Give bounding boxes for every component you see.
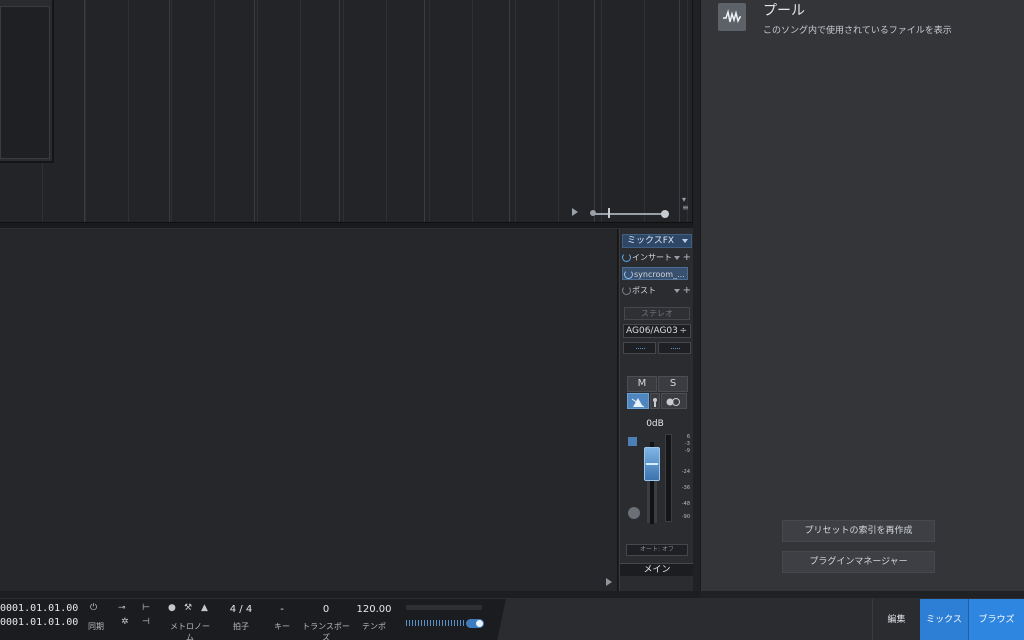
tempo-label: テンポ — [362, 622, 386, 631]
transpose-label: トランスポーズ — [302, 622, 350, 640]
scale-tick: -3 — [685, 441, 690, 447]
pool-title[interactable]: プール — [763, 0, 805, 20]
mixfx-label: ミックスFX — [627, 236, 675, 246]
power-icon[interactable]: ⏻ — [90, 603, 97, 613]
power-icon[interactable] — [624, 270, 633, 279]
zoom-max-icon[interactable] — [661, 210, 669, 218]
key-label: キー — [274, 622, 290, 631]
speaker-icon — [631, 398, 645, 408]
mixfx-selector[interactable]: ミックスFX — [622, 234, 692, 248]
waveform-icon[interactable] — [718, 3, 746, 31]
power-icon[interactable] — [622, 253, 631, 262]
post-header[interactable]: ポスト + — [622, 284, 692, 297]
scale-tick: 6 — [686, 434, 690, 440]
insert-slot-label: syncroom_... — [634, 270, 685, 279]
output-selector[interactable]: AG06/AG03 ÷ — [623, 324, 691, 338]
time-signature-label: 拍子 — [233, 622, 249, 631]
performance-meter — [406, 605, 482, 610]
arrange-grid-bars — [0, 0, 692, 222]
gear-icon[interactable]: ✲ — [121, 617, 129, 627]
add-icon[interactable]: + — [683, 284, 691, 297]
time-display-primary[interactable]: 0001.01.01.00 — [0, 603, 78, 614]
tempo-value[interactable]: 120.00 — [354, 604, 394, 615]
metronome-icon[interactable]: ▲ — [201, 603, 208, 613]
wrench-icon[interactable]: ⚒ — [184, 603, 192, 613]
audio-clip[interactable] — [0, 0, 54, 163]
output-label: AG06/AG03 — [626, 326, 678, 336]
mute-button[interactable]: M — [627, 376, 657, 392]
arrange-menu-icon[interactable]: ▾ ≡ — [682, 196, 689, 212]
rebuild-preset-index-button[interactable]: プリセットの索引を再作成 — [782, 520, 935, 542]
key-value[interactable]: - — [275, 604, 289, 615]
view-splitter[interactable] — [0, 222, 693, 229]
tab-mix[interactable]: ミックス — [920, 599, 968, 640]
record-dot-icon[interactable]: ● — [168, 603, 176, 613]
insert-label: インサート — [632, 253, 672, 262]
add-icon[interactable]: + — [683, 251, 691, 264]
console-expand-icon[interactable] — [606, 578, 612, 586]
chevron-down-icon[interactable] — [674, 289, 680, 293]
volume-fader[interactable] — [644, 447, 660, 481]
time-display-secondary[interactable]: 0001.01.01.00 — [0, 617, 78, 628]
sync-label: 同期 — [88, 622, 104, 631]
scale-tick: -48 — [681, 501, 690, 507]
meter-toggle[interactable] — [466, 619, 484, 628]
monitor-button[interactable] — [627, 393, 649, 409]
panel-splitter[interactable] — [693, 0, 700, 591]
precount-icon[interactable]: ⊣ — [142, 617, 150, 627]
console-area — [0, 229, 618, 591]
metronome-label: メトロノーム — [170, 622, 210, 640]
main-channel-strip: ミックスFX インサート + syncroom_... ポスト + ステレオ A… — [619, 229, 694, 591]
solo-button[interactable]: S — [658, 376, 688, 392]
level-readout: 0dB — [646, 419, 664, 429]
pan-left-button[interactable] — [623, 342, 656, 354]
scroll-right-icon[interactable] — [572, 208, 578, 216]
scale-tick: -90 — [681, 514, 690, 520]
stepper-icon: ÷ — [679, 326, 687, 336]
channel-name: メイン — [620, 563, 694, 576]
browser-panel: プール このソング内で使用されているファイルを表示 プリセットの索引を再作成 プ… — [700, 0, 1024, 591]
browser-footer — [700, 591, 1024, 598]
zoom-slider-handle[interactable] — [608, 208, 610, 218]
input-level-bars — [406, 620, 464, 626]
zoom-slider[interactable] — [592, 213, 666, 215]
time-signature-value[interactable]: 4 / 4 — [226, 604, 256, 615]
arrange-view[interactable]: ▾ ≡ — [0, 0, 693, 222]
scale-tick: -24 — [681, 469, 690, 475]
app-window: ▾ ≡ ミックスFX インサート + syncroom_... ポスト + ステレ… — [0, 0, 1024, 640]
transport-bar: 0001.01.01.00 0001.01.01.00 ⏻ 同期 ⊸ ⊢ ✲ ⊣… — [0, 598, 1024, 640]
stereo-button[interactable]: ステレオ — [624, 307, 690, 320]
link-toggle-icon[interactable] — [661, 393, 687, 409]
scale-tick: -9 — [685, 448, 690, 454]
level-meter — [665, 434, 672, 522]
plugin-manager-button[interactable]: プラグインマネージャー — [782, 551, 935, 573]
insert-slot[interactable]: syncroom_... — [622, 267, 688, 280]
tab-edit[interactable]: 編集 — [872, 599, 920, 640]
input-icon[interactable] — [650, 393, 660, 409]
chevron-down-icon — [682, 239, 688, 243]
punch-icon[interactable]: ⊢ — [142, 603, 150, 613]
pool-description: このソング内で使用されているファイルを表示 — [763, 26, 952, 36]
tab-browse[interactable]: ブラウズ — [968, 599, 1024, 640]
group-icon[interactable] — [628, 507, 640, 519]
automation-icon[interactable] — [628, 437, 637, 446]
power-icon[interactable] — [622, 286, 631, 295]
automation-mode-button[interactable]: オート: オフ — [626, 544, 688, 556]
clip-body — [0, 6, 50, 159]
transpose-value[interactable]: 0 — [316, 604, 336, 615]
chevron-down-icon[interactable] — [674, 256, 680, 260]
insert-header[interactable]: インサート + — [622, 251, 692, 264]
scale-tick: -36 — [681, 485, 690, 491]
post-label: ポスト — [632, 286, 656, 295]
loop-icon[interactable]: ⊸ — [118, 603, 126, 613]
pan-right-button[interactable] — [658, 342, 691, 354]
